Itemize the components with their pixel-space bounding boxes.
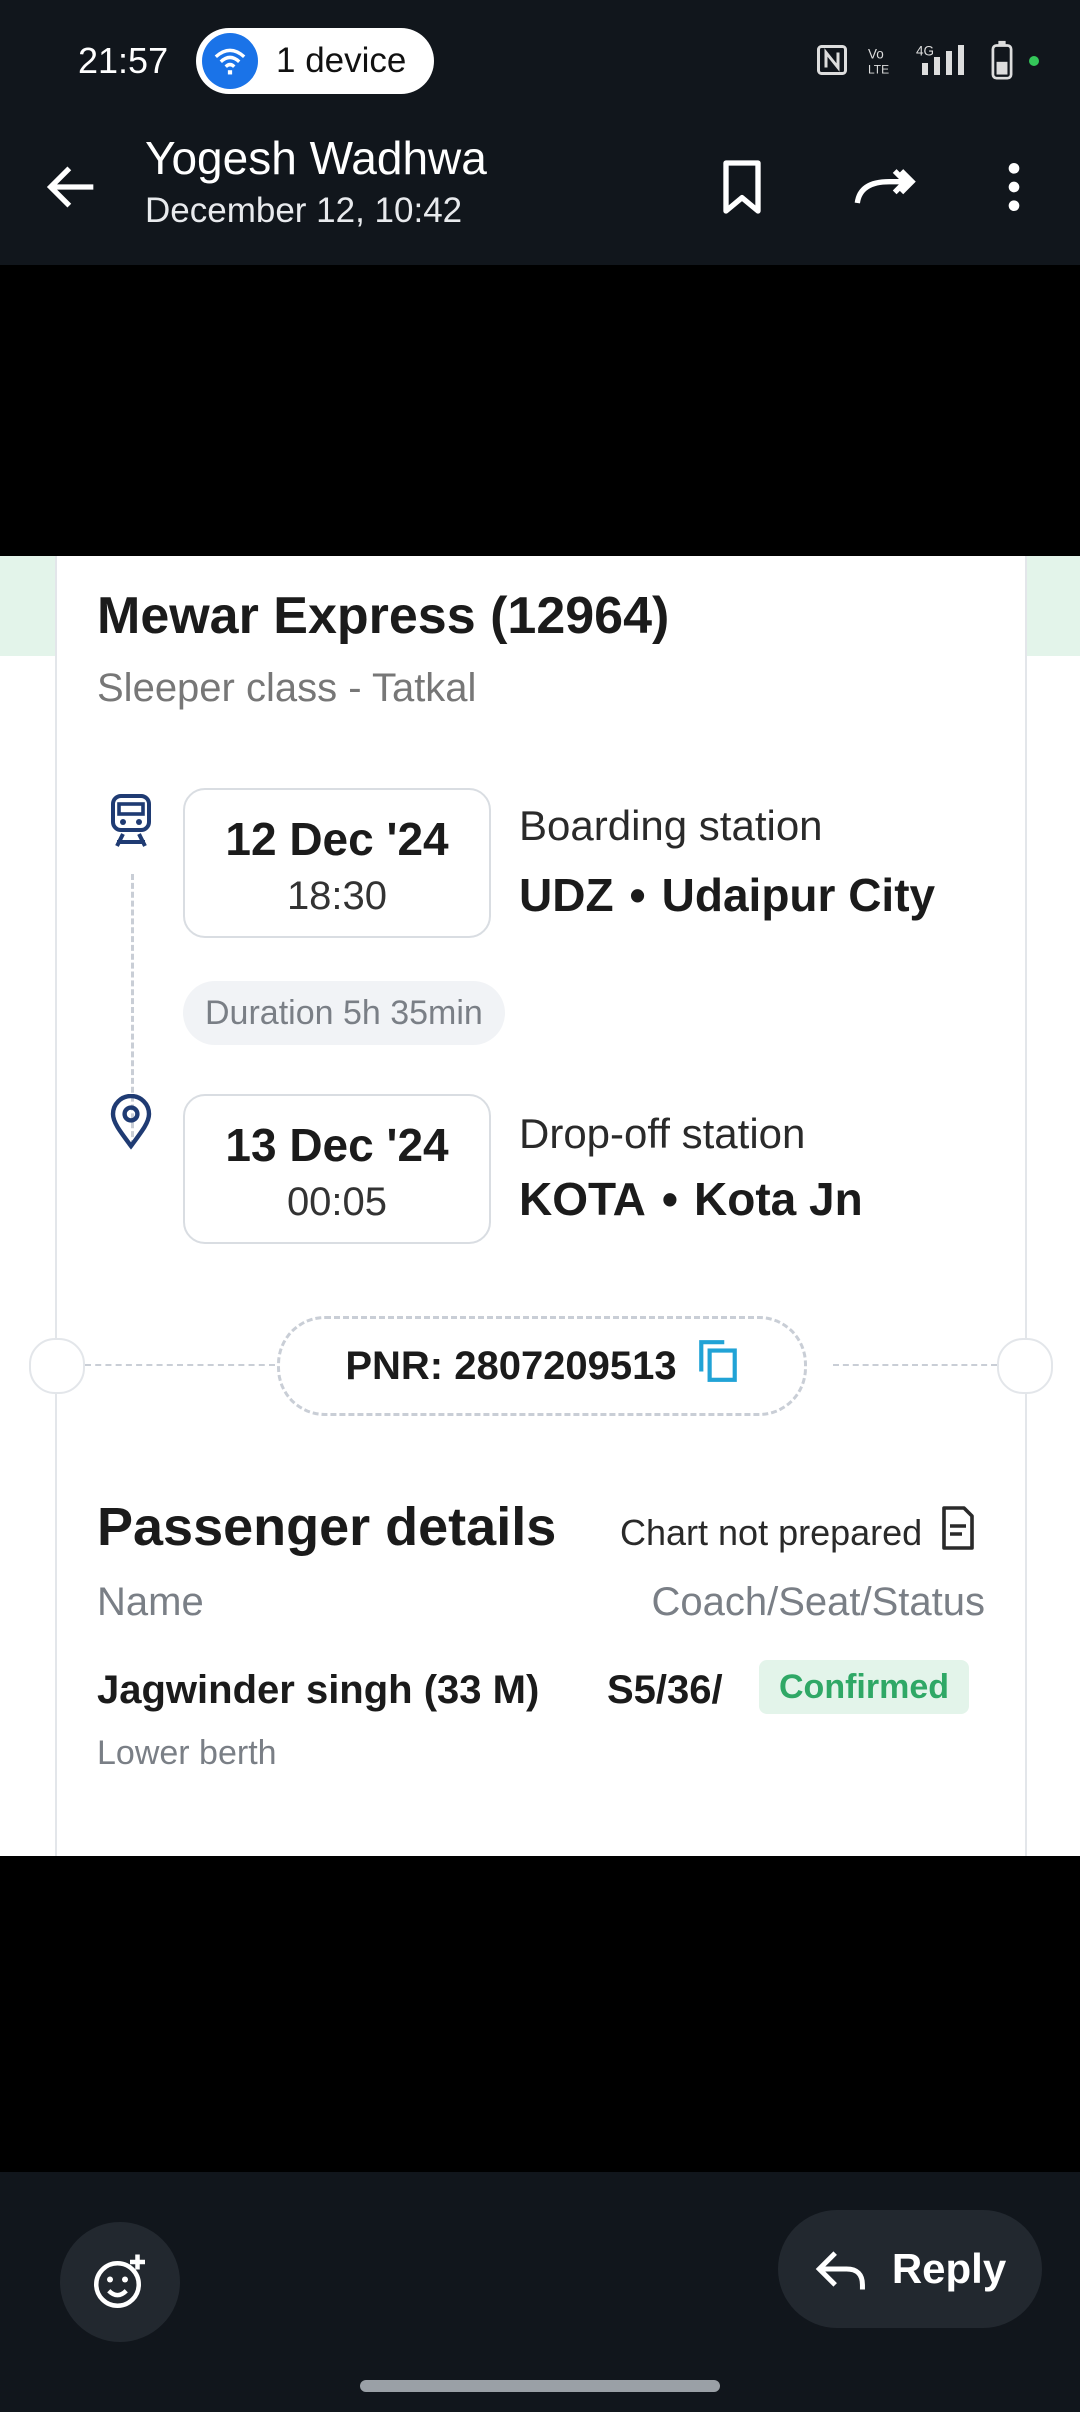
dropoff-time: 00:05 bbox=[286, 1180, 388, 1224]
back-button[interactable] bbox=[40, 155, 104, 219]
boarding-label: Boarding station bbox=[519, 802, 823, 849]
reply-icon bbox=[815, 2251, 865, 2290]
add-reaction-icon bbox=[94, 2254, 145, 2308]
passenger-name: Jagwinder singh (33 M) bbox=[97, 1668, 540, 1712]
signal-icon: 4G bbox=[916, 42, 976, 83]
dropoff-station-code: KOTA bbox=[519, 1173, 646, 1225]
location-pin-icon bbox=[107, 1093, 155, 1155]
boarding-date: 12 Dec '24 bbox=[225, 813, 449, 865]
sender-name: Yogesh Wadhwa bbox=[145, 132, 487, 184]
forward-icon bbox=[854, 169, 916, 204]
gesture-nav-handle[interactable] bbox=[360, 2380, 720, 2392]
status-bar: 21:57 1 device Vo LTE 4G bbox=[0, 0, 1080, 125]
back-arrow-icon bbox=[46, 166, 94, 208]
ticket-card: Mewar Express (12964) Sleeper class - Ta… bbox=[29, 556, 1053, 1856]
duration-chip: Duration 5h 35min bbox=[183, 981, 505, 1045]
column-header-seat: Coach/Seat/Status bbox=[651, 1580, 985, 1624]
column-header-name: Name bbox=[97, 1580, 204, 1624]
ticket-screenshot: Mewar Express (12964) Sleeper class - Ta… bbox=[0, 556, 1080, 1856]
reply-button[interactable]: Reply bbox=[778, 2210, 1042, 2328]
volte-icon: Vo LTE bbox=[864, 42, 902, 83]
copy-icon[interactable] bbox=[697, 1338, 739, 1394]
message-timestamp: December 12, 10:42 bbox=[145, 191, 463, 230]
status-time: 21:57 bbox=[78, 40, 169, 81]
passenger-seat: S5/36/ bbox=[607, 1668, 723, 1712]
svg-text:4G: 4G bbox=[916, 44, 934, 59]
bookmark-button[interactable] bbox=[710, 155, 774, 219]
dropoff-date: 13 Dec '24 bbox=[225, 1119, 449, 1171]
boarding-time: 18:30 bbox=[286, 874, 388, 918]
chart-status-text: Chart not prepared bbox=[620, 1511, 923, 1553]
pnr-text: PNR: 2807209513 bbox=[345, 1343, 677, 1388]
boarding-station-code: UDZ bbox=[519, 869, 614, 921]
train-name: Mewar Express (12964) bbox=[97, 587, 670, 645]
passenger-berth: Lower berth bbox=[97, 1734, 277, 1772]
status-badge: Confirmed bbox=[759, 1660, 969, 1714]
ticket-notch-right bbox=[997, 1338, 1053, 1394]
divider-right bbox=[833, 1364, 997, 1366]
forward-button[interactable] bbox=[852, 155, 916, 219]
boarding-date-box: 12 Dec '24 18:30 bbox=[183, 788, 491, 938]
active-dot-icon bbox=[1028, 54, 1040, 72]
train-icon bbox=[107, 792, 155, 853]
boarding-station-name: Udaipur City bbox=[661, 869, 936, 921]
nfc-icon bbox=[814, 42, 850, 83]
dropoff-station-name: Kota Jn bbox=[694, 1173, 863, 1225]
reply-label: Reply bbox=[891, 2245, 1007, 2292]
bottom-bar: Reply bbox=[0, 2172, 1080, 2412]
more-options-button[interactable] bbox=[982, 155, 1046, 219]
wifi-icon bbox=[202, 33, 258, 89]
pnr-chip: PNR: 2807209513 bbox=[277, 1316, 807, 1416]
battery-icon bbox=[990, 40, 1014, 85]
device-pill[interactable]: 1 device bbox=[196, 28, 434, 94]
bookmark-icon bbox=[723, 160, 761, 214]
passenger-details-title: Passenger details bbox=[97, 1497, 557, 1557]
document-icon bbox=[940, 1506, 976, 1559]
dropoff-station: KOTA • Kota Jn bbox=[519, 1173, 863, 1225]
svg-text:LTE: LTE bbox=[868, 63, 889, 77]
dropoff-date-box: 13 Dec '24 00:05 bbox=[183, 1094, 491, 1244]
status-icons: Vo LTE 4G bbox=[814, 40, 1040, 85]
svg-text:Vo: Vo bbox=[868, 47, 884, 62]
dropoff-label: Drop-off station bbox=[519, 1110, 806, 1157]
ticket-notch-left bbox=[29, 1338, 85, 1394]
divider-left bbox=[85, 1364, 275, 1366]
react-emoji-button[interactable] bbox=[60, 2222, 180, 2342]
class-line: Sleeper class - Tatkal bbox=[97, 666, 477, 710]
chart-status: Chart not prepared bbox=[620, 1506, 976, 1559]
boarding-station: UDZ • Udaipur City bbox=[519, 869, 936, 921]
more-vert-icon bbox=[1008, 163, 1020, 211]
device-pill-label: 1 device bbox=[276, 41, 407, 80]
top-app-bar: Yogesh Wadhwa December 12, 10:42 bbox=[0, 125, 1080, 265]
